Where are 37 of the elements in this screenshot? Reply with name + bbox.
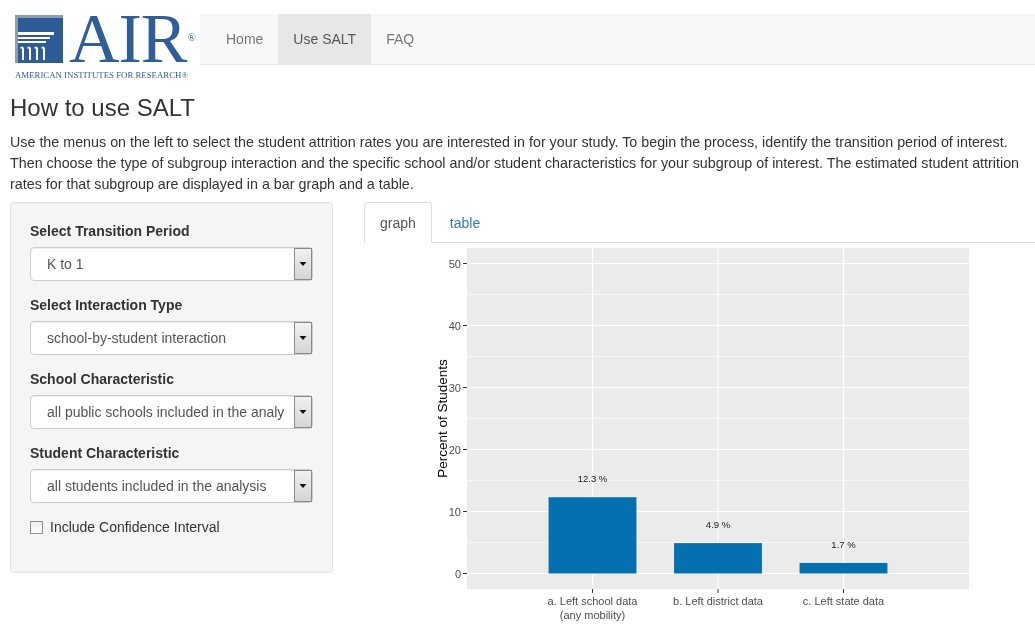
field-label: School Characteristic [30,370,175,389]
logo-wordmark: AIR$^{®}$ [69,14,195,64]
caret-icon [294,322,312,354]
nav-link[interactable]: Home [211,14,279,64]
nav-link[interactable]: FAQ [371,14,430,64]
axis-tick-label: 50 [448,257,461,270]
axis-tick-label: 0 [454,567,461,580]
dropdown[interactable]: all students included in the analysis [30,469,313,503]
field-label: Select Interaction Type [30,296,184,315]
value-label: 12.3 % [577,473,608,485]
tab[interactable]: table [433,202,497,242]
axis-tick-label: 30 [448,381,461,394]
dropdown[interactable]: K to 1 [30,247,313,281]
caret-icon [294,470,312,502]
tab[interactable]: graph [364,202,432,243]
page-title: How to use SALT [10,95,196,121]
field-label: Select Transition Period [30,222,191,241]
field-label: Student Characteristic [30,444,181,463]
category-label: a. Left school data (any mobility) [547,595,638,621]
value-label: 1.7 % [831,538,856,550]
caret-icon [294,248,312,280]
dropdown[interactable]: school-by-student interaction [30,321,313,355]
caret-icon [294,396,312,428]
category-label: b. Left district data [673,595,763,607]
checkbox[interactable] [30,520,43,534]
axis-tick-label: 10 [448,505,461,518]
axis-title: Percent of Students [435,359,450,478]
axis-tick-label: 40 [448,319,461,332]
nav-link[interactable]: Use SALT [278,14,372,64]
category-label: c. Left state data [802,595,885,607]
intro-text: Use the menus on the left to select the student attrition rates you are interested in for your study. To begin the process, identify the transition period of interest. Then choose the type of subgroup interaction and the specific school and/or student characteristics for your subgroup of interest. The estimated student attrition rates for that subgroup are displayed in a bar graph and a table. [10,133,1021,194]
logo-tagline: AMERICAN INSTITUTES FOR RESEARCH® [15,70,189,81]
checkbox-label: Include Confidence Interval [50,518,220,537]
dropdown[interactable]: all public schools included in the analy [30,395,313,429]
value-label: 4.9 % [705,519,731,531]
column-logo-icon [15,15,63,63]
axis-tick-label: 20 [448,443,461,456]
